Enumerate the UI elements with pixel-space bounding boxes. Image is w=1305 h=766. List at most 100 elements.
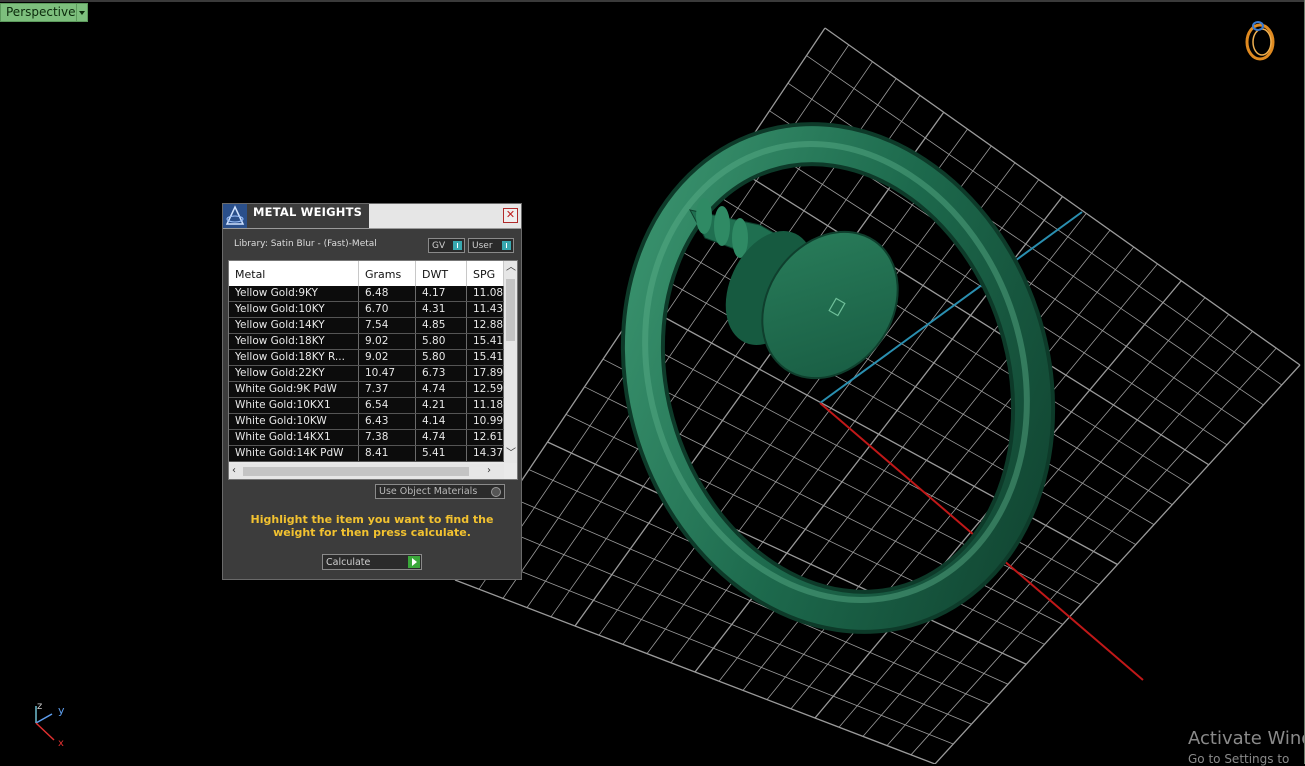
spg-cell: 17.89 — [467, 366, 504, 381]
horizontal-scrollbar[interactable]: ‹ › — [229, 464, 504, 479]
dwt-cell: 4.74 — [416, 382, 467, 397]
table-row[interactable]: Yellow Gold:22KY 10.47 6.73 17.89 — [229, 366, 504, 382]
scroll-right-icon[interactable]: › — [487, 466, 491, 476]
table-row[interactable]: Yellow Gold:18KY 9.02 5.80 15.41 — [229, 334, 504, 350]
table-header: Metal Grams DWT SPG — [229, 261, 504, 286]
user-toggle-knob — [502, 241, 511, 250]
play-arrow-icon[interactable] — [408, 556, 420, 568]
use-object-materials-option[interactable]: Use Object Materials — [375, 484, 505, 499]
grams-cell: 7.37 — [359, 382, 416, 397]
dwt-cell: 5.80 — [416, 334, 467, 349]
grid-line — [473, 552, 954, 745]
axis-label-x: x — [58, 738, 64, 749]
column-header-spg[interactable]: SPG — [467, 261, 504, 286]
user-toggle[interactable]: User — [468, 238, 514, 253]
activation-watermark-title: Activate Wind — [1188, 728, 1305, 749]
grams-cell: 10.47 — [359, 366, 416, 381]
library-label: Library: Satin Blur - (Fast)-Metal — [234, 239, 377, 249]
perspective-view-button[interactable]: Perspective — [0, 3, 82, 22]
spg-cell: 15.41 — [467, 334, 504, 349]
spg-cell: 11.08 — [467, 286, 504, 301]
axis-label-y: y — [58, 704, 65, 717]
metal-cell: White Gold:9K PdW — [229, 382, 359, 397]
spg-cell: 12.61 — [467, 430, 504, 445]
gv-toggle-label: GV — [432, 241, 446, 251]
dwt-cell: 6.73 — [416, 366, 467, 381]
scene-canvas[interactable] — [0, 0, 1305, 764]
dwt-cell: 5.41 — [416, 446, 467, 461]
axis-label-z: z — [37, 701, 42, 712]
top-edge — [0, 0, 1305, 2]
scroll-down-icon[interactable]: ﹀ — [506, 449, 516, 459]
column-header-dwt[interactable]: DWT — [416, 261, 467, 286]
metal-table: Metal Grams DWT SPG Yellow Gold:9KY 6.48 4… — [228, 260, 518, 480]
table-row[interactable]: Yellow Gold:9KY 6.48 4.17 11.08 — [229, 286, 504, 302]
metal-cell: Yellow Gold:10KY — [229, 302, 359, 317]
calculate-label: Calculate — [326, 557, 371, 568]
chevron-down-icon[interactable] — [76, 3, 88, 22]
metal-cell: White Gold:14KX1 — [229, 430, 359, 445]
grams-cell: 6.43 — [359, 414, 416, 429]
spg-cell: 10.99 — [467, 414, 504, 429]
metal-weights-panel: METAL WEIGHTS ✕ Library: Satin Blur - (F… — [222, 203, 522, 580]
spg-cell: 12.88 — [467, 318, 504, 333]
metal-cell: Yellow Gold:22KY — [229, 366, 359, 381]
metal-cell: Yellow Gold:9KY — [229, 286, 359, 301]
use-object-materials-label: Use Object Materials — [379, 486, 478, 497]
table-row[interactable]: White Gold:9K PdW 7.37 4.74 12.59 — [229, 382, 504, 398]
gv-toggle-knob — [453, 241, 462, 250]
metal-cell: White Gold:10KW — [229, 414, 359, 429]
grams-cell: 9.02 — [359, 350, 416, 365]
scroll-left-icon[interactable]: ‹ — [232, 466, 236, 476]
dwt-cell: 4.14 — [416, 414, 467, 429]
vertical-scroll-thumb[interactable] — [506, 279, 515, 341]
metal-cell: Yellow Gold:18KY R... — [229, 350, 359, 365]
grid-line — [886, 331, 1253, 746]
table-row[interactable]: White Gold:14KX1 7.38 4.74 12.61 — [229, 430, 504, 446]
table-row[interactable]: Yellow Gold:10KY 6.70 4.31 11.43 — [229, 302, 504, 318]
3d-viewport[interactable]: Perspective z y x Activate Wind Go to Se… — [0, 0, 1305, 766]
grams-cell: 6.54 — [359, 398, 416, 413]
table-row[interactable]: White Gold:14K PdW 8.41 5.41 14.37 — [229, 446, 504, 462]
scroll-up-icon[interactable]: ︿ — [506, 263, 516, 273]
user-toggle-label: User — [472, 241, 493, 251]
panel-titlebar[interactable]: METAL WEIGHTS ✕ — [223, 204, 521, 229]
dwt-cell: 4.17 — [416, 286, 467, 301]
grams-cell: 6.70 — [359, 302, 416, 317]
panel-title: METAL WEIGHTS — [253, 205, 363, 219]
grams-cell: 9.02 — [359, 334, 416, 349]
table-row[interactable]: Yellow Gold:18KY R... 9.02 5.80 15.41 — [229, 350, 504, 366]
instruction-text: Highlight the item you want to find the … — [250, 513, 494, 539]
ring-view-gizmo-icon[interactable] — [1240, 16, 1280, 66]
radio-icon[interactable] — [491, 487, 501, 497]
column-header-grams[interactable]: Grams — [359, 261, 416, 286]
table-row[interactable]: White Gold:10KW 6.43 4.14 10.99 — [229, 414, 504, 430]
metal-cell: Yellow Gold:18KY — [229, 334, 359, 349]
axis-indicator: z y x — [28, 698, 78, 753]
calculate-button[interactable]: Calculate — [322, 554, 422, 570]
metal-cell: Yellow Gold:14KY — [229, 318, 359, 333]
table-row[interactable]: White Gold:10KX1 6.54 4.21 11.18 — [229, 398, 504, 414]
horizontal-scroll-thumb[interactable] — [243, 467, 469, 476]
dwt-cell: 4.21 — [416, 398, 467, 413]
gv-toggle[interactable]: GV — [428, 238, 465, 253]
dwt-cell: 4.74 — [416, 430, 467, 445]
vertical-scrollbar[interactable]: ︿ ﹀ — [504, 261, 517, 463]
close-icon[interactable]: ✕ — [503, 208, 518, 223]
spg-cell: 11.18 — [467, 398, 504, 413]
metal-cell: White Gold:14K PdW — [229, 446, 359, 461]
matrix-logo-icon — [223, 204, 247, 228]
dwt-cell: 5.80 — [416, 350, 467, 365]
dwt-cell: 4.85 — [416, 318, 467, 333]
grams-cell: 6.48 — [359, 286, 416, 301]
spg-cell: 12.59 — [467, 382, 504, 397]
grams-cell: 8.41 — [359, 446, 416, 461]
spg-cell: 15.41 — [467, 350, 504, 365]
spg-cell: 14.37 — [467, 446, 504, 461]
table-row[interactable]: Yellow Gold:14KY 7.54 4.85 12.88 — [229, 318, 504, 334]
metal-cell: White Gold:10KX1 — [229, 398, 359, 413]
column-header-metal[interactable]: Metal — [229, 261, 359, 286]
grams-cell: 7.38 — [359, 430, 416, 445]
dwt-cell: 4.31 — [416, 302, 467, 317]
table-body: Yellow Gold:9KY 6.48 4.17 11.08 Yellow Gold:… — [229, 286, 504, 462]
